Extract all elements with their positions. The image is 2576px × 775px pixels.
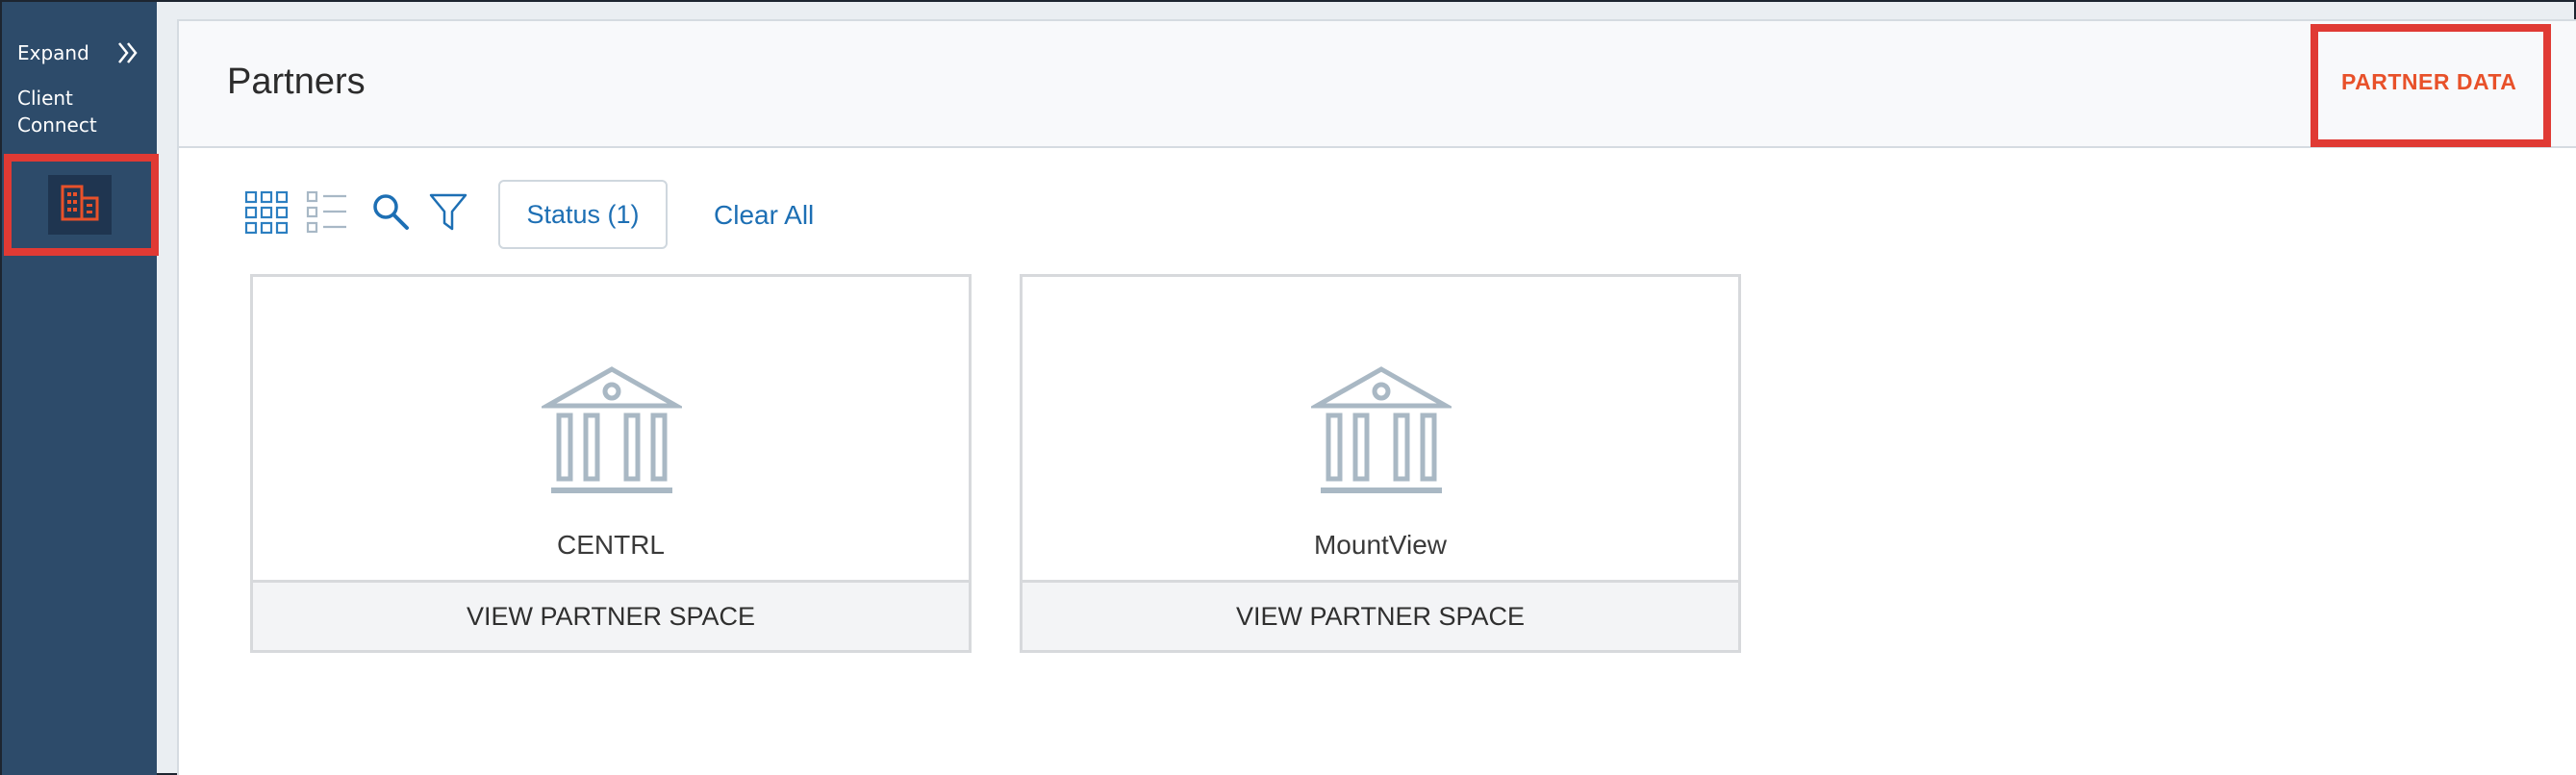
filter-icon[interactable] — [429, 192, 467, 237]
main-panel: Partners PARTNER DATA Status (1) Clear A… — [177, 19, 2576, 775]
view-partner-space-button[interactable]: VIEW PARTNER SPACE — [1023, 583, 1738, 650]
search-icon[interactable] — [371, 192, 410, 235]
bank-icon — [1307, 365, 1455, 496]
view-partner-space-button[interactable]: VIEW PARTNER SPACE — [253, 583, 969, 650]
grid-view-icon[interactable] — [244, 190, 289, 238]
sidebar: Expand Client Connect — [2, 2, 157, 775]
status-filter-chip[interactable]: Status (1) — [498, 180, 668, 249]
page-title: Partners — [227, 62, 366, 102]
page-header: Partners PARTNER DATA — [179, 21, 2576, 148]
partner-card-name: CENTRL — [556, 530, 665, 560]
partner-card-body[interactable]: MountView — [1023, 277, 1738, 583]
list-view-icon[interactable] — [306, 190, 348, 238]
partner-card[interactable]: CENTRL VIEW PARTNER SPACE — [250, 274, 972, 653]
sidebar-item-partners[interactable] — [48, 175, 112, 235]
partner-card-body[interactable]: CENTRL — [253, 277, 969, 583]
building-icon — [61, 185, 99, 225]
expand-button[interactable]: Expand — [17, 37, 140, 69]
expand-label: Expand — [17, 41, 89, 64]
double-chevron-right-icon — [115, 40, 140, 65]
clear-all-link[interactable]: Clear All — [714, 200, 814, 231]
partner-card[interactable]: MountView VIEW PARTNER SPACE — [1020, 274, 1741, 653]
partner-data-button[interactable]: PARTNER DATA — [2341, 69, 2516, 95]
partner-card-name: MountView — [1313, 530, 1447, 560]
bank-icon — [538, 365, 686, 496]
sidebar-section-label: Client Connect — [17, 87, 97, 137]
